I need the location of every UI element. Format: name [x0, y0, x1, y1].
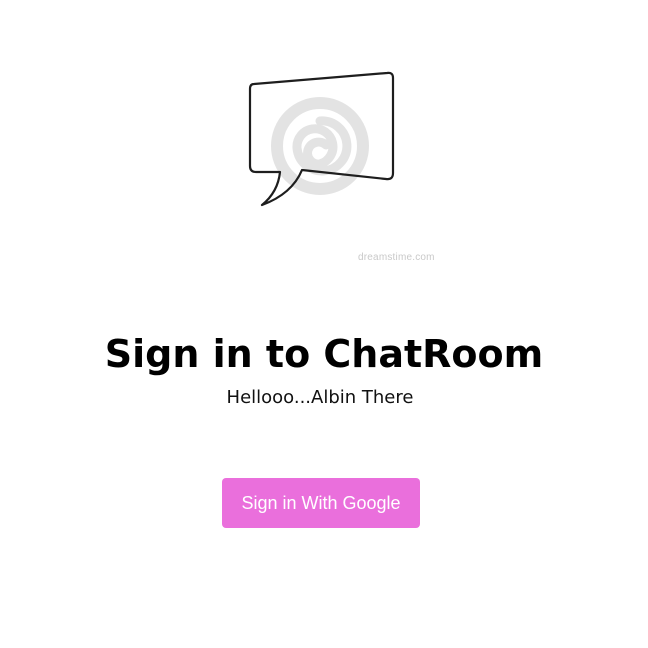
chat-bubble-icon	[248, 71, 395, 207]
sign-in-page: dreamstime.com Sign in to ChatRoom Hello…	[0, 0, 648, 648]
google-sign-in-button[interactable]: Sign in With Google	[222, 478, 420, 528]
page-title: Sign in to ChatRoom	[104, 332, 544, 376]
watermark-text: dreamstime.com	[358, 252, 435, 263]
greeting-subtitle: Hellooo...Albin There	[226, 387, 414, 408]
chatroom-logo: dreamstime.com	[240, 66, 460, 266]
